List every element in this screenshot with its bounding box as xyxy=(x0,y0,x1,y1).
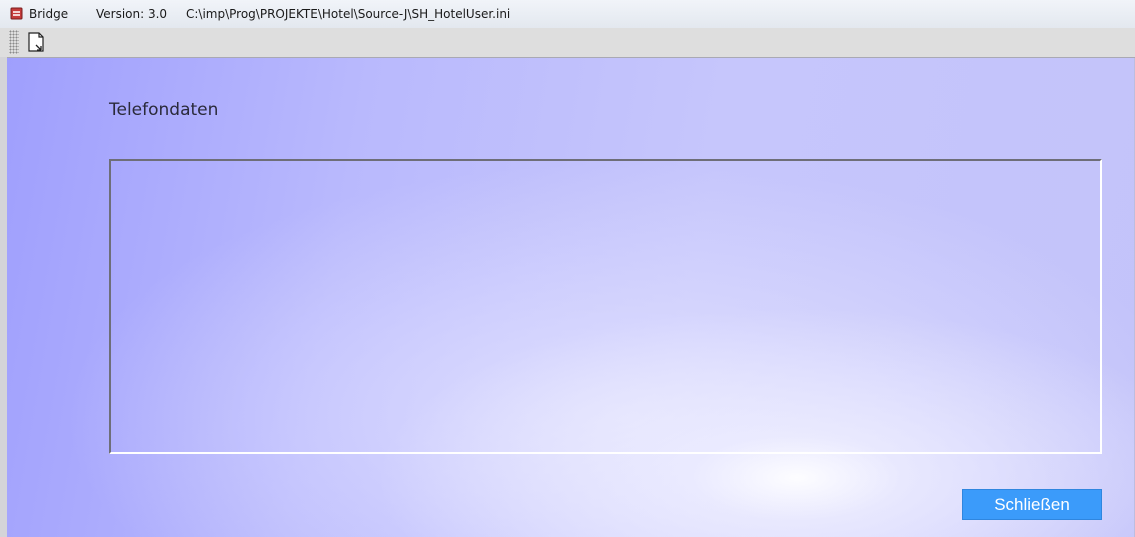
document-icon[interactable] xyxy=(26,31,48,53)
main-panel: Telefondaten Schließen xyxy=(7,58,1135,537)
toolbar xyxy=(0,28,1135,57)
file-path-label: C:\imp\Prog\PROJEKTE\Hotel\Source-J\SH_H… xyxy=(186,7,511,21)
page-title: Telefondaten xyxy=(109,100,219,120)
app-name: Bridge xyxy=(29,7,69,21)
toolbar-grip-handle[interactable] xyxy=(9,30,19,54)
phone-data-list[interactable] xyxy=(109,159,1102,454)
title-bar: Bridge Version: 3.0 C:\imp\Prog\PROJEKTE… xyxy=(0,0,1135,28)
app-window: Bridge Version: 3.0 C:\imp\Prog\PROJEKTE… xyxy=(0,0,1135,537)
close-button[interactable]: Schließen xyxy=(962,489,1102,520)
bridge-app-icon xyxy=(10,7,23,20)
version-label: Version: 3.0 xyxy=(96,7,168,21)
left-border xyxy=(0,57,7,537)
